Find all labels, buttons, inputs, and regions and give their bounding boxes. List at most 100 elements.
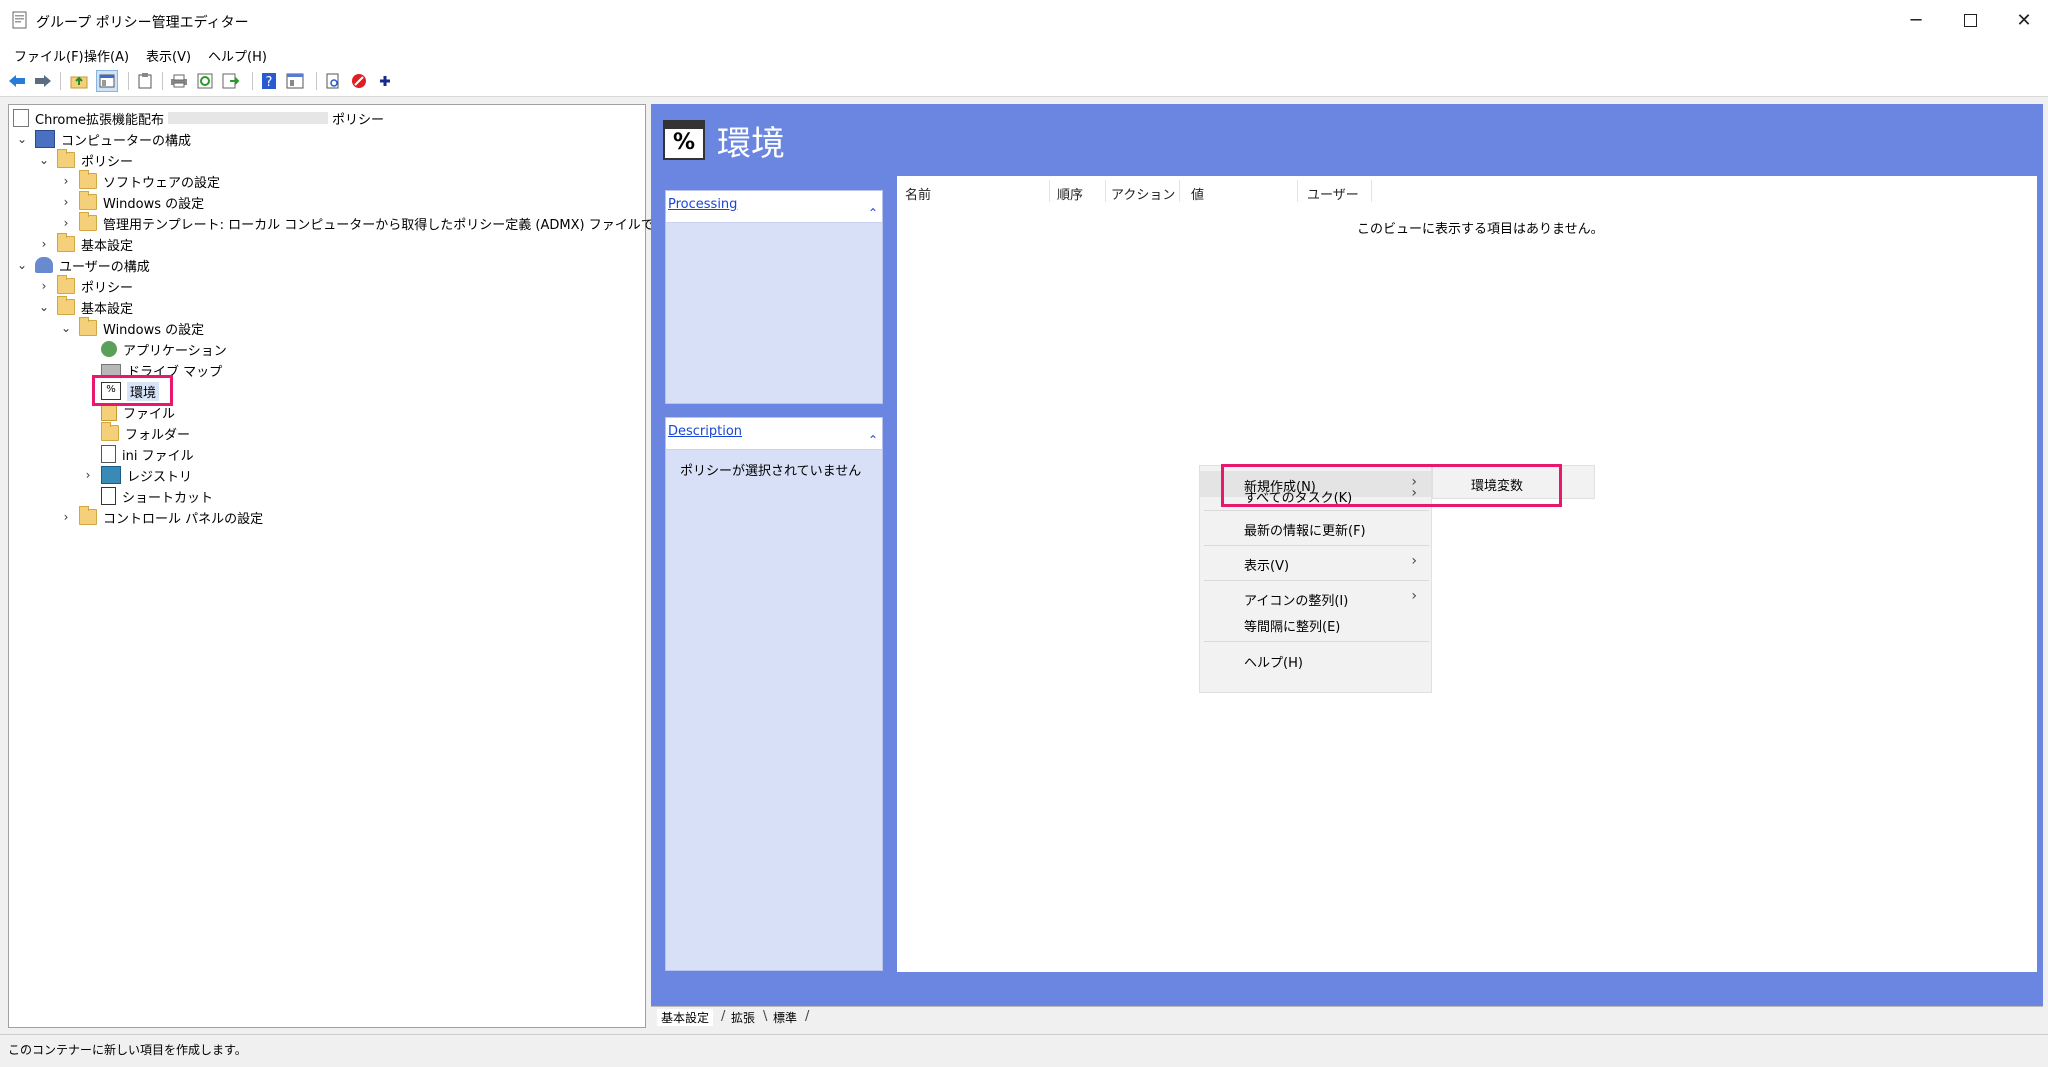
tree-item-shortcuts[interactable]: ショートカット — [101, 486, 213, 506]
chevron-down-icon[interactable]: ⌄ — [37, 153, 51, 167]
show-hide-console-tree-button[interactable] — [96, 70, 118, 92]
filter-button[interactable] — [322, 70, 344, 92]
minimize-button[interactable]: ─ — [1888, 0, 1944, 40]
column-divider[interactable] — [1179, 180, 1180, 202]
description-link[interactable]: Description — [668, 424, 742, 439]
tree-root-label: Chrome拡張機能配布 — [35, 112, 164, 128]
collapse-icon[interactable]: ⌃ — [868, 433, 878, 447]
column-header-order[interactable]: 順序 — [1057, 184, 1083, 203]
menu-item-label: アイコンの整列(I) — [1244, 594, 1349, 609]
tree-item-user-policy[interactable]: › ポリシー — [37, 275, 133, 296]
properties-button[interactable] — [284, 70, 306, 92]
export-list-button[interactable] — [220, 70, 242, 92]
tree-item-root[interactable]: Chrome拡張機能配布 ポリシー — [13, 108, 384, 128]
menu-file[interactable]: ファイル(F) — [14, 46, 84, 65]
tree-item-control-panel[interactable]: › コントロール パネルの設定 — [59, 506, 263, 527]
chevron-right-icon[interactable]: › — [37, 279, 51, 293]
processing-panel-header: Processing ⌃ — [666, 191, 882, 223]
chevron-right-icon[interactable]: › — [81, 468, 95, 482]
up-folder-button[interactable] — [68, 70, 90, 92]
collapse-icon[interactable]: ⌃ — [868, 206, 878, 220]
tree-item-windows-settings[interactable]: › Windows の設定 — [59, 191, 204, 212]
processing-link[interactable]: Processing — [668, 197, 737, 212]
folder-icon — [79, 191, 97, 210]
tree-item-computer-preferences[interactable]: › 基本設定 — [37, 233, 133, 254]
tab-extended[interactable]: 拡張 — [727, 1009, 759, 1026]
tab-standard[interactable]: 標準 — [769, 1009, 801, 1026]
column-divider[interactable] — [1371, 180, 1372, 202]
chevron-right-icon[interactable]: › — [59, 174, 73, 188]
tab-separator: \ — [763, 1009, 768, 1024]
tree-item-folders[interactable]: フォルダー — [101, 422, 190, 443]
tab-basic[interactable]: 基本設定 — [657, 1009, 714, 1026]
page-title: 環境 — [717, 124, 785, 164]
tree-item-user-windows-settings[interactable]: ⌄ Windows の設定 — [59, 317, 205, 338]
refresh-button[interactable] — [194, 70, 216, 92]
document-filter-icon — [326, 73, 339, 89]
menu-help[interactable]: ヘルプ(H) — [208, 46, 267, 65]
description-text: ポリシーが選択されていません — [680, 464, 862, 479]
forward-button[interactable] — [32, 70, 54, 92]
menu-item-arrange-icons[interactable]: アイコンの整列(I) › — [1200, 585, 1431, 611]
menu-action[interactable]: 操作(A) — [84, 46, 129, 65]
help-button[interactable]: ? — [258, 70, 280, 92]
chevron-right-icon[interactable]: › — [59, 510, 73, 524]
tab-separator: / — [805, 1009, 810, 1024]
printer-icon — [171, 74, 187, 88]
close-button[interactable]: ✕ — [1996, 0, 2048, 40]
environment-header-icon-text: % — [672, 130, 696, 155]
stop-button[interactable] — [348, 70, 370, 92]
description-panel: Description ⌃ ポリシーが選択されていません — [665, 417, 883, 971]
tree-item-software-settings[interactable]: › ソフトウェアの設定 — [59, 170, 220, 191]
chevron-right-icon[interactable]: › — [59, 195, 73, 209]
column-header-name[interactable]: 名前 — [905, 184, 931, 203]
menu-bar: ファイル(F) 操作(A) 表示(V) ヘルプ(H) — [0, 44, 2048, 66]
back-button[interactable] — [6, 70, 28, 92]
menu-item-view[interactable]: 表示(V) › — [1200, 550, 1431, 576]
column-divider[interactable] — [1297, 180, 1298, 202]
menu-separator — [1204, 580, 1429, 581]
folder-icon — [57, 296, 75, 315]
chevron-down-icon[interactable]: ⌄ — [59, 321, 73, 335]
column-header-action[interactable]: アクション — [1111, 184, 1175, 203]
tree-item-admin-templates[interactable]: › 管理用テンプレート: ローカル コンピューターから取得したポリシー定義 (A… — [59, 212, 678, 233]
tree-item-applications[interactable]: アプリケーション — [101, 339, 227, 359]
print-button[interactable] — [168, 70, 190, 92]
menu-view[interactable]: 表示(V) — [146, 46, 191, 65]
column-header-value[interactable]: 値 — [1191, 184, 1204, 203]
column-header-user[interactable]: ユーザー — [1307, 184, 1359, 203]
tree-label: ショートカット — [122, 490, 214, 506]
computer-icon — [35, 130, 55, 148]
chevron-down-icon[interactable]: ⌄ — [15, 132, 29, 146]
tree-item-ini-files[interactable]: ini ファイル — [101, 444, 194, 464]
toolbar-separator — [128, 72, 129, 90]
tree-label: ポリシー — [81, 154, 134, 170]
maximize-button[interactable] — [1942, 0, 1998, 40]
chevron-right-icon[interactable]: › — [37, 237, 51, 251]
properties-icon — [286, 73, 304, 89]
tree-label: Windows の設定 — [103, 322, 205, 338]
tree-root-suffix: ポリシー — [332, 112, 385, 128]
add-button[interactable] — [374, 70, 396, 92]
chevron-down-icon[interactable]: ⌄ — [15, 258, 29, 272]
tree-item-user-preferences[interactable]: ⌄ 基本設定 — [37, 296, 133, 317]
highlight-box-environment — [92, 375, 173, 406]
column-divider[interactable] — [1049, 180, 1050, 202]
menu-item-label: 表示(V) — [1244, 559, 1290, 574]
tree-item-registry[interactable]: › レジストリ — [81, 465, 192, 485]
chevron-right-icon[interactable]: › — [59, 216, 73, 230]
description-panel-header: Description ⌃ — [666, 418, 882, 450]
chevron-down-icon[interactable]: ⌄ — [37, 300, 51, 314]
empty-list-message: このビューに表示する項目はありません。 — [1357, 222, 1604, 237]
shortcut-icon — [101, 487, 116, 505]
menu-item-help[interactable]: ヘルプ(H) — [1200, 647, 1431, 673]
ini-file-icon — [101, 445, 116, 463]
menu-item-refresh[interactable]: 最新の情報に更新(F) — [1200, 515, 1431, 541]
tree-item-user-config[interactable]: ⌄ ユーザーの構成 — [15, 255, 150, 275]
tree-item-computer-policy[interactable]: ⌄ ポリシー — [37, 149, 134, 170]
column-divider[interactable] — [1105, 180, 1106, 202]
list-view[interactable]: 名前 順序 アクション 値 ユーザー このビューに表示する項目はありません。 — [897, 176, 2037, 972]
clipboard-button[interactable] — [134, 70, 156, 92]
menu-item-line-up-icons[interactable]: 等間隔に整列(E) — [1200, 611, 1431, 637]
tree-item-computer-config[interactable]: ⌄ コンピューターの構成 — [15, 129, 191, 149]
